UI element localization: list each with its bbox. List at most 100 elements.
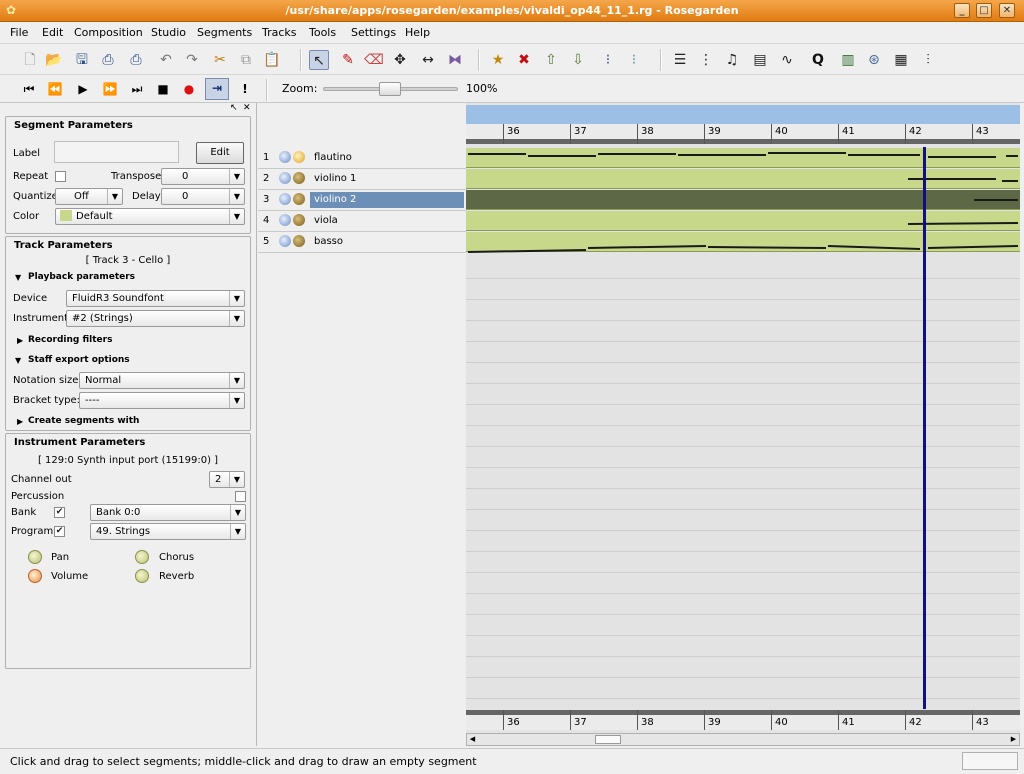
- delete-track-icon[interactable]: ✖: [514, 50, 534, 70]
- mute-all-icon[interactable]: ⁝: [598, 50, 618, 70]
- maximize-button[interactable]: □: [976, 3, 992, 18]
- fast-forward-to-end-icon[interactable]: ⏭: [128, 80, 146, 98]
- percussion-editor-icon[interactable]: ⋮: [696, 50, 716, 70]
- program-combo[interactable]: 49. Strings ▼: [90, 523, 246, 540]
- device-combo[interactable]: FluidR3 Soundfont ▼: [66, 290, 245, 307]
- record-led-icon[interactable]: [293, 214, 305, 226]
- scroll-right-icon[interactable]: ▶: [1008, 734, 1019, 745]
- select-tool-icon[interactable]: ↖: [309, 50, 329, 70]
- move-tool-icon[interactable]: ✥: [390, 50, 410, 70]
- unmute-all-icon[interactable]: ⁝: [624, 50, 644, 70]
- mixer-icon[interactable]: ▥: [838, 50, 858, 70]
- audio-editor-icon[interactable]: ∿: [777, 50, 797, 70]
- rewind-icon[interactable]: ⏪: [46, 80, 64, 98]
- notation-editor-icon[interactable]: ♫: [722, 50, 742, 70]
- track-row[interactable]: 3 violino 2: [258, 190, 466, 211]
- color-combo[interactable]: Default ▼: [55, 208, 245, 225]
- mute-led-icon[interactable]: [279, 214, 291, 226]
- record-icon[interactable]: ●: [180, 80, 198, 98]
- midi-keyboard-icon[interactable]: ▦: [891, 50, 911, 70]
- record-led-icon[interactable]: [293, 235, 305, 247]
- split-tool-icon[interactable]: ⧓: [445, 50, 465, 70]
- quantize-icon[interactable]: Q: [808, 50, 828, 70]
- expand-right-icon[interactable]: ▶: [17, 336, 23, 345]
- instrument-combo[interactable]: #2 (Strings) ▼: [66, 310, 245, 327]
- reverb-knob[interactable]: [135, 569, 149, 583]
- zoom-slider-handle[interactable]: [379, 82, 401, 96]
- cut-icon[interactable]: ✂: [210, 50, 230, 70]
- play-icon[interactable]: ▶: [74, 80, 92, 98]
- erase-tool-icon[interactable]: ⌫: [364, 50, 384, 70]
- paste-icon[interactable]: 📋: [262, 50, 282, 70]
- track-name[interactable]: basso: [310, 234, 464, 250]
- add-track-icon[interactable]: ★: [488, 50, 508, 70]
- recording-filters-header[interactable]: Recording filters: [28, 335, 112, 345]
- bracket-type-combo[interactable]: ---- ▼: [79, 392, 245, 409]
- event-list-icon[interactable]: ▤: [750, 50, 770, 70]
- pan-knob[interactable]: [28, 550, 42, 564]
- close-panel-icon[interactable]: ✕: [243, 103, 251, 113]
- minimize-button[interactable]: _: [954, 3, 970, 18]
- undock-icon[interactable]: ↖: [230, 103, 238, 113]
- expand-down-icon[interactable]: ▼: [15, 273, 21, 282]
- new-file-icon[interactable]: 🗋: [20, 50, 40, 70]
- scroll-to-follow-icon[interactable]: ⇥: [205, 78, 229, 100]
- rewind-to-start-icon[interactable]: ⏮: [20, 80, 38, 98]
- plugin-icon[interactable]: ⫶: [918, 50, 938, 70]
- track-row[interactable]: 2 violino 1: [258, 169, 466, 190]
- menu-studio[interactable]: Studio: [151, 26, 186, 39]
- notation-size-combo[interactable]: Normal ▼: [79, 372, 245, 389]
- move-track-up-icon[interactable]: ⇧: [541, 50, 561, 70]
- menu-tracks[interactable]: Tracks: [262, 26, 297, 39]
- menu-tools[interactable]: Tools: [309, 26, 336, 39]
- track-row[interactable]: 5 basso: [258, 232, 466, 253]
- redo-icon[interactable]: ↷: [182, 50, 202, 70]
- panic-icon[interactable]: !: [236, 80, 254, 98]
- mute-led-icon[interactable]: [279, 172, 291, 184]
- audio-mixer-icon[interactable]: ⊛: [864, 50, 884, 70]
- zoom-slider[interactable]: [323, 82, 458, 96]
- volume-knob[interactable]: [28, 569, 42, 583]
- draw-tool-icon[interactable]: ✎: [338, 50, 358, 70]
- playback-header[interactable]: Playback parameters: [28, 272, 135, 282]
- track-name[interactable]: flautino: [310, 150, 464, 166]
- print-preview-icon[interactable]: ⎙: [126, 50, 146, 70]
- scroll-left-icon[interactable]: ◀: [467, 734, 478, 745]
- scrollbar-thumb[interactable]: [595, 735, 621, 744]
- transpose-combo[interactable]: 0 ▼: [161, 168, 245, 185]
- staff-export-header[interactable]: Staff export options: [28, 355, 130, 365]
- delay-combo[interactable]: 0 ▼: [161, 188, 245, 205]
- menu-settings[interactable]: Settings: [351, 26, 396, 39]
- menu-edit[interactable]: Edit: [42, 26, 63, 39]
- track-name[interactable]: violino 1: [310, 171, 464, 187]
- mute-led-icon[interactable]: [279, 151, 291, 163]
- repeat-checkbox[interactable]: [55, 171, 66, 182]
- playback-position-pointer[interactable]: [923, 147, 926, 709]
- menu-segments[interactable]: Segments: [197, 26, 252, 39]
- fast-forward-icon[interactable]: ⏩: [101, 80, 119, 98]
- menu-file[interactable]: File: [10, 26, 28, 39]
- mute-led-icon[interactable]: [279, 193, 291, 205]
- chorus-knob[interactable]: [135, 550, 149, 564]
- create-segments-header[interactable]: Create segments with: [28, 416, 139, 426]
- menu-help[interactable]: Help: [405, 26, 430, 39]
- stop-icon[interactable]: ■: [154, 80, 172, 98]
- menu-composition[interactable]: Composition: [74, 26, 143, 39]
- bar-ruler-bottom[interactable]: 36 37 38 39 40 41 42 43: [466, 710, 1020, 730]
- edit-label-button[interactable]: Edit: [196, 142, 244, 164]
- track-row[interactable]: 4 viola: [258, 211, 466, 232]
- channel-out-combo[interactable]: 2 ▼: [209, 471, 245, 488]
- mute-led-icon[interactable]: [279, 235, 291, 247]
- bar-ruler-top[interactable]: 36 37 38 39 40 41 42 43: [466, 124, 1020, 144]
- track-name[interactable]: violino 2: [310, 192, 464, 208]
- open-file-icon[interactable]: 📂: [44, 50, 64, 70]
- copy-icon[interactable]: ⧉: [236, 50, 256, 70]
- program-checkbox[interactable]: [54, 526, 65, 537]
- bank-combo[interactable]: Bank 0:0 ▼: [90, 504, 246, 521]
- segment-canvas[interactable]: 36 37 38 39 40 41 42 43 36 37 38 39 40 41 42 43: [466, 103, 1020, 746]
- track-row[interactable]: 1 flautino: [258, 148, 466, 169]
- percussion-checkbox[interactable]: [235, 491, 246, 502]
- record-led-icon[interactable]: [293, 151, 305, 163]
- matrix-editor-icon[interactable]: ☰: [670, 50, 690, 70]
- move-track-down-icon[interactable]: ⇩: [568, 50, 588, 70]
